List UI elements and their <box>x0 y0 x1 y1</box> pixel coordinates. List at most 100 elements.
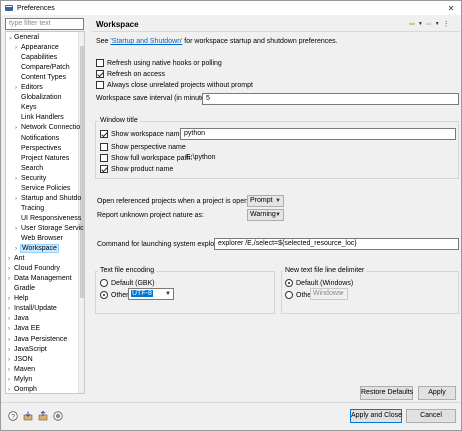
checkbox-box[interactable] <box>96 59 104 67</box>
apply-and-close-button[interactable]: Apply and Close <box>350 409 402 423</box>
chevron-down-icon: ▼ <box>275 198 281 204</box>
filter-input[interactable]: type filter text <box>5 18 84 30</box>
refresh-native-checkbox[interactable]: Refresh using native hooks or polling <box>96 59 222 67</box>
tree-item[interactable]: › Java <box>8 314 29 324</box>
tree-scrollbar-thumb[interactable] <box>80 46 84 298</box>
tree-item[interactable]: › Install/Update <box>8 304 57 314</box>
tree-item[interactable]: Notifications <box>15 134 59 144</box>
checkbox-box[interactable] <box>100 154 108 162</box>
tree-item[interactable]: › Network Connectio <box>15 123 80 133</box>
tree-item[interactable]: Service Policies <box>15 184 70 194</box>
tree-item-label: User Storage Servic <box>21 224 84 232</box>
report-unknown-label: Report unknown project nature as: <box>97 212 205 219</box>
tree-item-label: Network Connectio <box>21 124 81 132</box>
tree-item-label: Tracing <box>21 204 45 212</box>
tree-item[interactable]: › User Storage Servic <box>15 224 84 234</box>
delimiter-default-radio[interactable]: Default (Windows) <box>285 279 353 287</box>
tree-item[interactable]: › Java EE <box>8 324 40 334</box>
close-icon[interactable]: ✕ <box>445 3 457 13</box>
refresh-access-checkbox[interactable]: Refresh on access <box>96 70 165 78</box>
tree-item-label: Editors <box>21 84 43 92</box>
save-interval-input[interactable]: 5 <box>202 93 459 105</box>
tree-item[interactable]: Capabilities <box>15 53 57 63</box>
checkbox-label: Show perspective name <box>111 143 186 151</box>
tree-item[interactable]: › Ant <box>8 254 25 264</box>
tree-item[interactable]: › Editors <box>15 83 43 93</box>
tree-item[interactable]: › Mylyn <box>8 375 32 385</box>
radio-circle[interactable] <box>100 279 108 287</box>
tree-item[interactable]: › Oomph <box>8 385 37 393</box>
checkbox-box[interactable] <box>100 143 108 151</box>
export-icon[interactable] <box>38 411 48 421</box>
radio-circle[interactable] <box>285 279 293 287</box>
cancel-button[interactable]: Cancel <box>406 409 456 423</box>
window-title-group-label: Window title <box>98 117 140 124</box>
show-full-path-checkbox[interactable]: Show full workspace path: <box>100 154 192 162</box>
tree-item[interactable]: › Appearance <box>15 43 59 53</box>
preference-tree[interactable]: ⌄General › Appearance Capabilities Compare/P… <box>5 31 85 394</box>
show-perspective-name-checkbox[interactable]: Show perspective name <box>100 143 186 151</box>
tree-item[interactable]: › JavaScript <box>8 345 47 355</box>
checkbox-box[interactable] <box>100 130 108 138</box>
help-icon[interactable]: ? <box>8 411 18 421</box>
tree-item[interactable]: Search <box>15 164 43 174</box>
checkbox-box[interactable] <box>96 81 104 89</box>
checkbox-box[interactable] <box>100 165 108 173</box>
startup-shutdown-link[interactable]: 'Startup and Shutdown' <box>110 38 182 45</box>
tree-item-label: Oomph <box>14 385 37 393</box>
back-icon[interactable]: ⇦ <box>409 20 415 28</box>
import-icon[interactable] <box>23 411 33 421</box>
header-separator <box>92 31 460 32</box>
tree-item[interactable]: › Security <box>15 174 46 184</box>
tree-scrollbar[interactable] <box>78 32 84 393</box>
tree-item[interactable]: › Java Persistence <box>8 335 67 345</box>
tree-item[interactable]: Perspectives <box>15 144 61 154</box>
encoding-other-select[interactable]: UTF-8 ▼ <box>128 288 174 300</box>
radio-circle[interactable] <box>100 291 108 299</box>
record-icon[interactable] <box>53 411 63 421</box>
tree-item[interactable]: Web Browser <box>15 234 63 244</box>
report-unknown-select[interactable]: Warning ▼ <box>247 209 284 221</box>
tree-item[interactable]: › JSON <box>8 355 33 365</box>
tree-item-label: Service Policies <box>21 184 71 192</box>
forward-menu-chevron-down-icon[interactable]: ▼ <box>435 21 440 27</box>
tree-item[interactable]: › Workspace <box>15 244 59 254</box>
show-product-name-checkbox[interactable]: Show product name <box>100 165 173 173</box>
chevron-down-icon: ▼ <box>275 212 281 218</box>
tree-item[interactable]: › Help <box>8 294 28 304</box>
workspace-name-input[interactable]: python <box>180 128 456 140</box>
tree-item[interactable]: ⌄General <box>8 33 39 43</box>
radio-circle[interactable] <box>285 291 293 299</box>
checkbox-label: Refresh on access <box>107 70 165 78</box>
tree-item-label: Data Management <box>14 275 72 283</box>
tree-item[interactable]: › Data Management <box>8 274 72 284</box>
tree-item[interactable]: › Cloud Foundry <box>8 264 60 274</box>
tree-item[interactable]: Keys <box>15 103 37 113</box>
checkbox-label: Refresh using native hooks or polling <box>107 59 222 67</box>
encoding-other-radio[interactable]: Other: <box>100 291 130 299</box>
tree-item[interactable]: Globalization <box>15 93 61 103</box>
view-menu-icon[interactable]: ⋮ <box>443 20 450 28</box>
back-menu-chevron-down-icon[interactable]: ▼ <box>418 21 423 27</box>
tree-item-label: JSON <box>14 355 33 363</box>
restore-defaults-button[interactable]: Restore Defaults <box>360 386 413 400</box>
forward-icon[interactable]: ⇨ <box>426 20 432 28</box>
tree-item[interactable]: UI Responsiveness <box>15 214 81 224</box>
tree-item[interactable]: › Startup and Shutdo <box>15 194 81 204</box>
open-referenced-select[interactable]: Prompt ▼ <box>247 195 284 207</box>
launch-command-input[interactable]: explorer /E,/select=${selected_resource_… <box>214 238 459 250</box>
page-navigation: ⇦ ▼ ⇨ ▼ ⋮ <box>409 19 459 29</box>
tree-item[interactable]: Tracing <box>15 204 44 214</box>
tree-item[interactable]: › Maven <box>8 365 35 375</box>
tree-item[interactable]: Content Types <box>15 73 66 83</box>
encoding-default-radio[interactable]: Default (GBK) <box>100 279 155 287</box>
apply-button[interactable]: Apply <box>418 386 456 400</box>
show-workspace-name-checkbox[interactable]: Show workspace name: <box>100 130 185 138</box>
tree-item[interactable]: Link Handlers <box>15 113 64 123</box>
chevron-down-icon: ▼ <box>165 291 171 297</box>
tree-item[interactable]: Project Natures <box>15 154 69 164</box>
tree-item[interactable]: Gradle <box>8 284 35 294</box>
tree-item[interactable]: Compare/Patch <box>15 63 70 73</box>
checkbox-box[interactable] <box>96 70 104 78</box>
close-unrelated-checkbox[interactable]: Always close unrelated projects without … <box>96 81 253 89</box>
